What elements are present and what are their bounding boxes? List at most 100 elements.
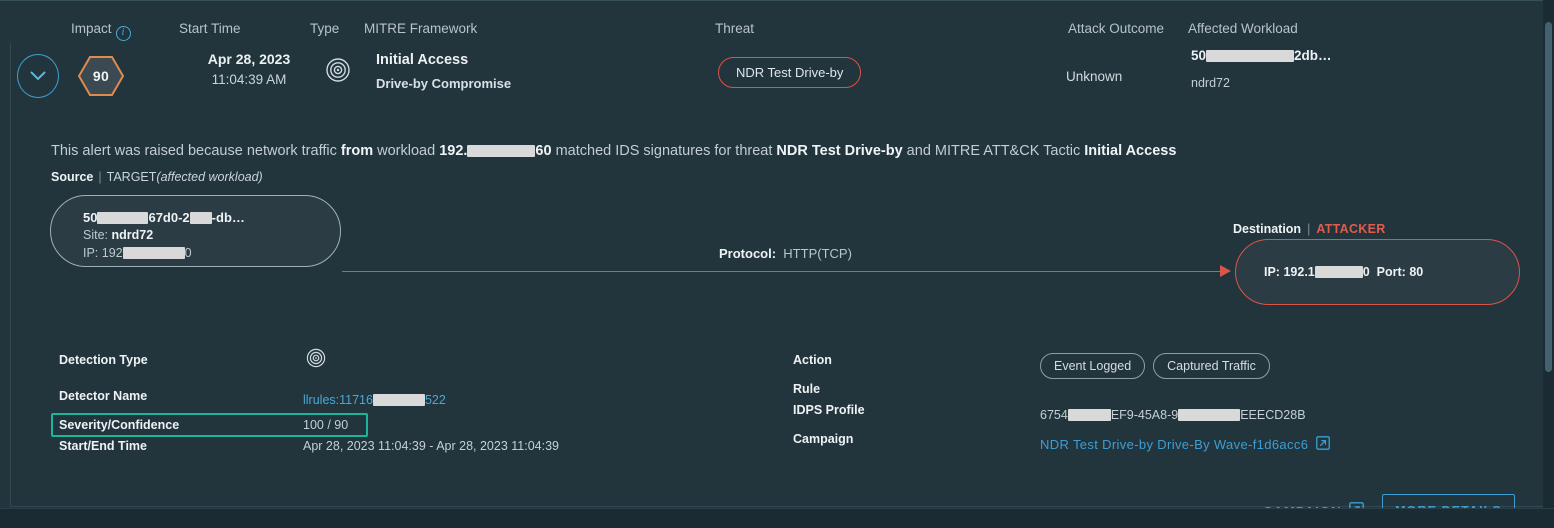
column-header-mitre-framework[interactable]: MITRE Framework (364, 21, 477, 36)
expand-collapse-chevron-down-icon[interactable] (17, 54, 59, 98)
mitre-technique: Drive-by Compromise (376, 76, 512, 91)
redaction-bar (122, 247, 185, 259)
destination-node[interactable]: IP: 192.1 0 Port: 80 (1235, 239, 1520, 305)
alert-type-radar-target-icon (325, 57, 351, 88)
dest-ip-label: IP: (1264, 265, 1280, 279)
detector-name-link[interactable]: llrules:11716 522 (303, 393, 446, 407)
redaction-bar (1178, 409, 1241, 421)
destination-node-details: IP: 192.1 0 Port: 80 (1264, 265, 1423, 279)
mitre-framework-cell: Initial Access Drive-by Compromise (376, 52, 511, 91)
narrative-ip-prefix: 192. (439, 143, 468, 159)
vertical-scrollbar-track[interactable] (1543, 0, 1554, 528)
legend-separator: | (98, 170, 102, 184)
narrative-part-2: workload (373, 143, 440, 159)
idps-prefix: 6754 (1040, 408, 1068, 422)
info-icon[interactable]: i (115, 25, 131, 41)
narrative-part-3: matched IDS signatures for threat (551, 143, 777, 159)
narrative-part-4: and MITRE ATT&CK Tactic (902, 143, 1085, 159)
dest-ip-prefix: 192.1 (1283, 265, 1315, 279)
alert-start-time: Apr 28, 2023 11:04:39 AM (184, 51, 314, 87)
detector-name-suffix: 522 (424, 393, 446, 407)
workload-id-prefix: 50 (1191, 48, 1207, 63)
narrative-ip-suffix: 60 (535, 143, 552, 159)
detection-type-radar-target-icon (306, 348, 326, 371)
dest-port-label: Port: (1376, 265, 1406, 279)
column-header-type[interactable]: Type (310, 21, 339, 36)
alert-start-date: Apr 28, 2023 (207, 51, 291, 67)
detail-label-start-end-time: Start/End Time (59, 439, 147, 453)
detail-label-action: Action (793, 353, 832, 367)
idps-profile-value: 6754 EF9-45A8-9 EEECD28B (1040, 408, 1306, 422)
detail-label-idps-profile: IDPS Profile (793, 403, 865, 417)
panel-bottom-edge (0, 508, 1554, 528)
alert-narrative: This alert was raised because network tr… (51, 143, 1176, 159)
external-link-icon[interactable] (1316, 436, 1331, 453)
affected-workload-site: ndrd72 (1191, 76, 1230, 90)
legend-target-label: TARGET (106, 170, 157, 184)
column-header-start-time[interactable]: Start Time (179, 21, 241, 36)
source-node-name: 50 67d0-2 -db… (83, 210, 245, 225)
column-header-impact-label: Impact (71, 21, 112, 36)
mitre-tactic: Initial Access (376, 52, 469, 68)
affected-workload-id: 50 2db… (1191, 48, 1391, 63)
column-header-threat[interactable]: Threat (715, 21, 754, 36)
dest-ip-suffix: 0 (1362, 265, 1370, 279)
attack-outcome-value: Unknown (1066, 69, 1123, 84)
action-chip-event-logged[interactable]: Event Logged (1040, 353, 1146, 379)
narrative-bold-threat: NDR Test Drive-by (776, 143, 903, 159)
column-header-attack-outcome[interactable]: Attack Outcome (1068, 21, 1164, 36)
campaign-link-label: NDR Test Drive-by Drive-By Wave-f1d6acc6 (1040, 437, 1309, 452)
column-header-impact[interactable]: Impact i (71, 21, 131, 41)
attacker-tag: ATTACKER (1316, 222, 1386, 236)
source-name-prefix: 50 (83, 210, 98, 225)
redaction-bar (467, 145, 536, 157)
idps-suffix: EEECD28B (1240, 408, 1306, 422)
source-ip-suffix: 0 (184, 246, 192, 260)
workload-id-suffix: 2db… (1294, 48, 1332, 63)
source-name-suffix: -db… (211, 210, 245, 225)
source-node-ip: IP: 192 0 (83, 246, 192, 260)
legend-target-note: (affected workload) (156, 170, 263, 184)
detail-label-severity-confidence: Severity/Confidence (59, 418, 180, 432)
detail-label-detector-name: Detector Name (59, 389, 148, 403)
redaction-bar (1067, 409, 1111, 421)
source-node[interactable]: 50 67d0-2 -db… Site: ndrd72 IP: 192 0 (50, 195, 341, 267)
source-ip-prefix: 192 (101, 246, 123, 260)
column-header-affected-workload[interactable]: Affected Workload (1188, 21, 1298, 36)
detail-label-rule: Rule (793, 382, 821, 396)
source-ip-label: IP: (83, 246, 99, 260)
narrative-bold-from: from (340, 143, 374, 159)
source-node-site: Site: ndrd72 (83, 228, 153, 242)
start-end-time-value: Apr 28, 2023 11:04:39 - Apr 28, 2023 11:… (303, 439, 559, 453)
protocol-label-text: Protocol: (719, 246, 777, 261)
legend-source-label: Source (51, 170, 94, 184)
source-site-label: Site: (83, 228, 109, 242)
redaction-bar (372, 394, 425, 406)
legend-separator: | (1307, 222, 1311, 236)
threat-badge[interactable]: NDR Test Drive-by (718, 57, 862, 88)
narrative-part-1: This alert was raised because network tr… (51, 143, 341, 159)
impact-score-badge: 90 (77, 55, 125, 97)
alert-expanded-card: 90 Apr 28, 2023 11:04:39 AM Initial Acce… (10, 43, 1545, 527)
campaign-link[interactable]: NDR Test Drive-by Drive-By Wave-f1d6acc6 (1040, 436, 1331, 453)
traffic-flow-arrow-line (342, 271, 1226, 272)
source-site-value: ndrd72 (111, 228, 154, 242)
alert-summary-row: 90 Apr 28, 2023 11:04:39 AM Initial Acce… (11, 43, 1544, 116)
redaction-bar (97, 212, 149, 224)
protocol-label: Protocol: HTTP(TCP) (719, 246, 852, 261)
redaction-bar (1206, 50, 1295, 62)
source-target-legend: Source | TARGET(affected workload) (51, 170, 263, 184)
vertical-scrollbar-thumb[interactable] (1545, 22, 1552, 372)
alerts-table-header: Impact i Start Time Type MITRE Framework … (0, 0, 1545, 43)
dest-port-value: 80 (1409, 265, 1424, 279)
detail-label-detection-type: Detection Type (59, 353, 148, 367)
narrative-bold-tactic: Initial Access (1084, 143, 1177, 159)
destination-label: Destination (1233, 222, 1302, 236)
impact-score-value: 90 (92, 68, 110, 84)
action-chip-captured-traffic[interactable]: Captured Traffic (1153, 353, 1270, 379)
idps-mid: EF9-45A8-9 (1110, 408, 1179, 422)
redaction-bar (1314, 266, 1363, 278)
detector-name-prefix: llrules:11716 (303, 393, 373, 407)
traffic-flow-arrow-head-icon (1220, 265, 1231, 277)
alert-detail-panel: Impact i Start Time Type MITRE Framework … (0, 0, 1554, 528)
